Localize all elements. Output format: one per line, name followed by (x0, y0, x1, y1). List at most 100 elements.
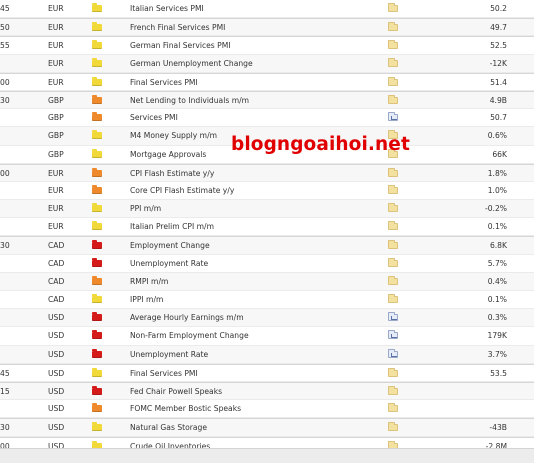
currency-code: USD (48, 404, 65, 414)
event-title[interactable]: Average Hourly Earnings m/m (130, 309, 244, 327)
detail-folder-icon[interactable] (388, 385, 398, 395)
event-title[interactable]: IPPI m/m (130, 291, 163, 309)
calendar-row[interactable]: CAD RMPI m/m 0.4% (0, 272, 534, 291)
calendar-row[interactable]: USD FOMC Member Bostic Speaks (0, 400, 534, 419)
event-title[interactable]: Net Lending to Individuals m/m (130, 92, 249, 110)
detail-folder-icon[interactable] (388, 40, 398, 50)
low-impact-folder-icon (92, 76, 102, 86)
chart-folder-icon[interactable] (388, 112, 398, 122)
event-title[interactable]: German Unemployment Change (130, 55, 253, 73)
forecast-value: 4.9B (489, 95, 507, 105)
forecast-value: 6.8K (489, 241, 507, 251)
calendar-row[interactable]: EUR German Unemployment Change -12K (0, 54, 534, 73)
forecast-value: 0.4% (487, 276, 507, 286)
high-impact-folder-icon (92, 348, 102, 358)
calendar-row[interactable]: 30 USD Natural Gas Storage -43B (0, 418, 534, 437)
detail-folder-icon[interactable] (388, 76, 398, 86)
detail-folder-icon[interactable] (388, 240, 398, 250)
calendar-row[interactable]: 50 EUR French Final Services PMI 49.7 (0, 18, 534, 37)
detail-folder-icon[interactable] (388, 22, 398, 32)
currency-code: EUR (48, 58, 64, 68)
event-title[interactable]: Employment Change (130, 237, 210, 255)
currency-code: CAD (48, 295, 65, 304)
calendar-row[interactable]: EUR PPI m/m -0.2% (0, 200, 534, 219)
forecast-value: 1.0% (487, 185, 507, 195)
event-title[interactable]: Mortgage Approvals (130, 146, 206, 164)
detail-folder-icon[interactable] (388, 221, 398, 231)
calendar-row[interactable]: 45 USD Final Services PMI 53.5 (0, 363, 534, 383)
calendar-row[interactable]: 00 EUR CPI Flash Estimate y/y 1.8% (0, 163, 534, 183)
medium-impact-folder-icon (92, 184, 102, 194)
detail-folder-icon[interactable] (388, 184, 398, 194)
detail-folder-icon[interactable] (388, 257, 398, 267)
event-title[interactable]: RMPI m/m (130, 273, 168, 291)
watermark-text: blogngoaihoi.net (231, 134, 410, 155)
event-title[interactable]: Italian Services PMI (130, 0, 204, 18)
event-title[interactable]: Natural Gas Storage (130, 419, 207, 437)
detail-folder-icon[interactable] (388, 57, 398, 67)
detail-folder-icon[interactable] (388, 167, 398, 177)
event-title[interactable]: Unemployment Rate (130, 346, 208, 364)
event-title[interactable]: CPI Flash Estimate y/y (130, 165, 214, 183)
calendar-row[interactable]: 30 GBP Net Lending to Individuals m/m 4.9B (0, 90, 534, 110)
calendar-row[interactable]: 30 CAD Employment Change 6.8K (0, 236, 534, 255)
event-title[interactable]: M4 Money Supply m/m (130, 127, 217, 145)
event-title[interactable]: Unemployment Rate (130, 255, 208, 273)
detail-folder-icon[interactable] (388, 422, 398, 432)
detail-folder-icon[interactable] (388, 275, 398, 285)
event-title[interactable]: FOMC Member Bostic Speaks (130, 400, 241, 418)
event-title[interactable]: German Final Services PMI (130, 37, 231, 55)
calendar-row[interactable]: USD Non-Farm Employment Change 179K (0, 327, 534, 346)
currency-code: CAD (48, 276, 65, 286)
event-time: 30 (0, 423, 10, 433)
calendar-row[interactable]: 15 USD Fed Chair Powell Speaks (0, 381, 534, 401)
chart-folder-icon[interactable] (388, 312, 398, 322)
calendar-row[interactable]: EUR Italian Prelim CPI m/m 0.1% (0, 218, 534, 237)
chart-folder-icon[interactable] (388, 348, 398, 358)
forecast-value: 51.4 (490, 77, 507, 87)
calendar-row[interactable]: CAD Unemployment Rate 5.7% (0, 255, 534, 273)
detail-folder-icon[interactable] (388, 403, 398, 413)
forecast-value: 49.7 (490, 23, 507, 33)
event-title[interactable]: Services PMI (130, 109, 178, 127)
horizontal-scrollbar[interactable] (0, 448, 534, 463)
calendar-row[interactable]: GBP Services PMI 50.7 (0, 109, 534, 128)
currency-code: USD (48, 349, 65, 359)
detail-folder-icon[interactable] (388, 203, 398, 213)
event-title[interactable]: Italian Prelim CPI m/m (130, 218, 214, 236)
calendar-row[interactable]: 45 EUR Italian Services PMI 50.2 (0, 0, 534, 19)
low-impact-folder-icon (92, 203, 102, 213)
high-impact-folder-icon (92, 240, 102, 250)
chart-folder-icon[interactable] (388, 330, 398, 340)
calendar-row[interactable]: EUR Core CPI Flash Estimate y/y 1.0% (0, 182, 534, 201)
event-title[interactable]: PPI m/m (130, 200, 161, 218)
event-title[interactable]: Final Services PMI (130, 365, 198, 383)
currency-code: GBP (48, 131, 64, 141)
high-impact-folder-icon (92, 312, 102, 322)
high-impact-folder-icon (92, 257, 102, 267)
calendar-row[interactable]: USD Average Hourly Earnings m/m 0.3% (0, 309, 534, 328)
currency-code: USD (48, 386, 65, 396)
calendar-row[interactable]: CAD IPPI m/m 0.1% (0, 291, 534, 310)
event-title[interactable]: Fed Chair Powell Speaks (130, 383, 222, 401)
detail-folder-icon[interactable] (388, 94, 398, 104)
event-time: 45 (0, 4, 10, 13)
event-time: 45 (0, 368, 10, 378)
forecast-value: -0.2% (484, 204, 507, 214)
low-impact-folder-icon (92, 40, 102, 50)
event-title[interactable]: French Final Services PMI (130, 19, 225, 37)
event-time: 55 (0, 41, 10, 51)
forecast-value: 50.2 (490, 4, 507, 13)
medium-impact-folder-icon (92, 112, 102, 122)
detail-folder-icon[interactable] (388, 3, 398, 12)
calendar-row[interactable]: USD Unemployment Rate 3.7% (0, 345, 534, 364)
calendar-row[interactable]: 55 EUR German Final Services PMI 52.5 (0, 36, 534, 55)
forecast-value: -43B (489, 423, 507, 433)
event-title[interactable]: Non-Farm Employment Change (130, 327, 249, 345)
event-time: 00 (0, 168, 10, 178)
calendar-row[interactable]: 00 EUR Final Services PMI 51.4 (0, 72, 534, 92)
event-title[interactable]: Core CPI Flash Estimate y/y (130, 182, 234, 200)
detail-folder-icon[interactable] (388, 367, 398, 377)
detail-folder-icon[interactable] (388, 294, 398, 303)
event-title[interactable]: Final Services PMI (130, 74, 198, 92)
